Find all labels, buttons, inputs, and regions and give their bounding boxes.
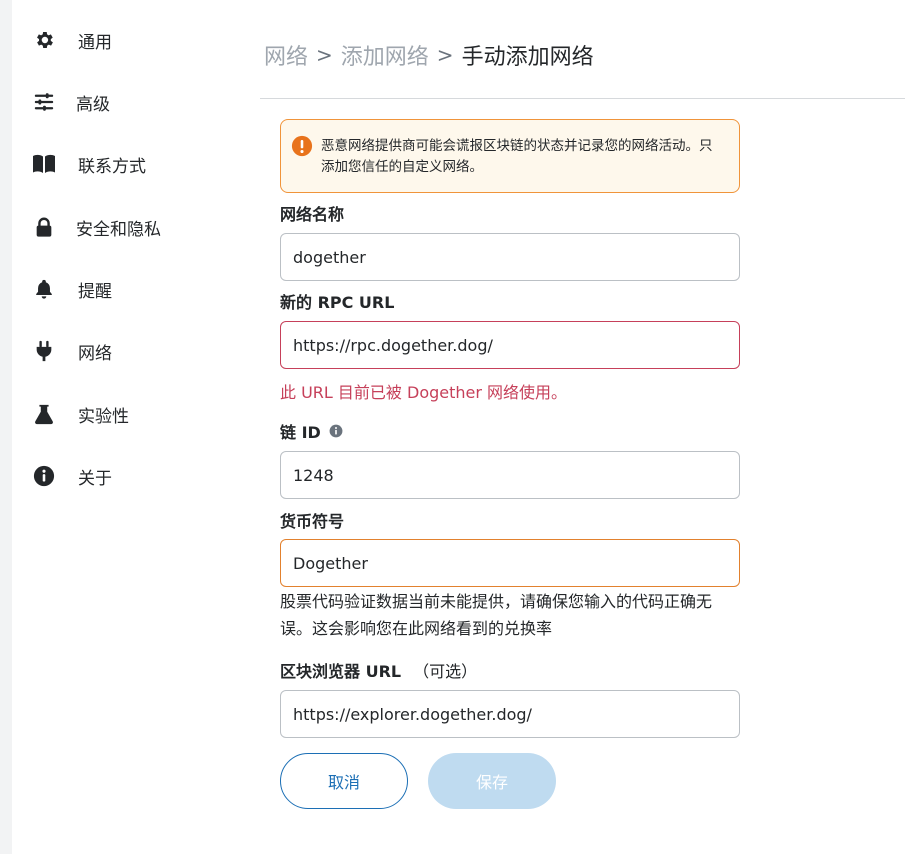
sidebar-item-about[interactable]: 关于 bbox=[32, 461, 112, 491]
sidebar-item-label: 关于 bbox=[78, 468, 112, 489]
breadcrumb-add-network-link[interactable]: 添加网络 bbox=[341, 39, 429, 71]
flask-icon bbox=[32, 402, 56, 426]
chain-id-label-text: 链 ID bbox=[280, 423, 321, 442]
rpc-url-label-text: 新的 RPC URL bbox=[280, 293, 395, 312]
warning-banner: 恶意网络提供商可能会谎报区块链的状态并记录您的网络活动。只添加您信任的自定义网络… bbox=[280, 119, 740, 193]
exclamation-icon bbox=[291, 135, 313, 157]
breadcrumb: 网络 > 添加网络 > 手动添加网络 bbox=[264, 38, 594, 72]
sidebar-item-label: 通用 bbox=[78, 32, 112, 53]
rpc-url-error: 此 URL 目前已被 Dogether 网络使用。 bbox=[280, 383, 568, 402]
chain-id-input[interactable] bbox=[280, 451, 740, 499]
currency-symbol-warning: 股票代码验证数据当前未能提供，请确保您输入的代码正确无误。这会影响您在此网络看到… bbox=[280, 592, 713, 638]
sliders-icon bbox=[32, 90, 56, 114]
currency-symbol-label-text: 货币符号 bbox=[280, 512, 345, 531]
sidebar-item-security-privacy[interactable]: 安全和隐私 bbox=[32, 212, 161, 242]
sidebar-item-networks[interactable]: 网络 bbox=[32, 336, 112, 366]
rpc-url-label: 新的 RPC URL bbox=[280, 289, 394, 313]
explorer-url-input[interactable] bbox=[280, 690, 740, 738]
breadcrumb-networks-link[interactable]: 网络 bbox=[264, 39, 308, 71]
save-button[interactable]: 保存 bbox=[428, 753, 556, 809]
breadcrumb-separator: > bbox=[316, 43, 333, 67]
optional-tag: （可选） bbox=[413, 662, 478, 681]
sidebar-item-label: 联系方式 bbox=[78, 156, 146, 177]
window-edge bbox=[0, 0, 12, 854]
sidebar-item-general[interactable]: 通用 bbox=[32, 25, 112, 55]
info-circle-icon[interactable] bbox=[329, 424, 343, 438]
info-icon bbox=[32, 464, 56, 488]
book-icon bbox=[32, 152, 56, 176]
page-title: 手动添加网络 bbox=[461, 45, 594, 70]
sidebar-item-label: 高级 bbox=[76, 94, 110, 115]
sidebar-item-label: 实验性 bbox=[78, 406, 129, 427]
warning-text: 恶意网络提供商可能会谎报区块链的状态并记录您的网络活动。只添加您信任的自定义网络… bbox=[321, 138, 713, 175]
plug-icon bbox=[32, 339, 56, 363]
network-name-label-text: 网络名称 bbox=[280, 205, 345, 224]
sidebar-item-label: 安全和隐私 bbox=[76, 219, 161, 240]
rpc-url-input[interactable] bbox=[280, 321, 740, 369]
sidebar-item-contacts[interactable]: 联系方式 bbox=[32, 149, 146, 179]
cancel-button[interactable]: 取消 bbox=[280, 753, 408, 809]
explorer-url-label: 区块浏览器 URL （可选） bbox=[280, 658, 477, 682]
breadcrumb-separator: > bbox=[436, 43, 454, 67]
currency-symbol-input[interactable] bbox=[280, 539, 740, 587]
settings-sidebar: 通用 高级 联系方式 安全和隐私 提醒 网络 实验性 关于 bbox=[12, 0, 260, 854]
sidebar-item-label: 提醒 bbox=[78, 281, 112, 302]
lock-icon bbox=[32, 215, 56, 239]
sidebar-item-label: 网络 bbox=[78, 343, 112, 364]
header-divider bbox=[260, 98, 905, 99]
gear-icon bbox=[32, 28, 56, 52]
currency-symbol-label: 货币符号 bbox=[280, 508, 344, 532]
bell-icon bbox=[32, 277, 56, 301]
network-name-input[interactable] bbox=[280, 233, 740, 281]
sidebar-item-alerts[interactable]: 提醒 bbox=[32, 274, 112, 304]
chain-id-label: 链 ID bbox=[280, 419, 343, 443]
sidebar-item-experimental[interactable]: 实验性 bbox=[32, 399, 129, 429]
network-name-label: 网络名称 bbox=[280, 201, 344, 225]
explorer-url-label-text: 区块浏览器 URL bbox=[280, 662, 402, 681]
sidebar-item-advanced[interactable]: 高级 bbox=[32, 87, 110, 117]
